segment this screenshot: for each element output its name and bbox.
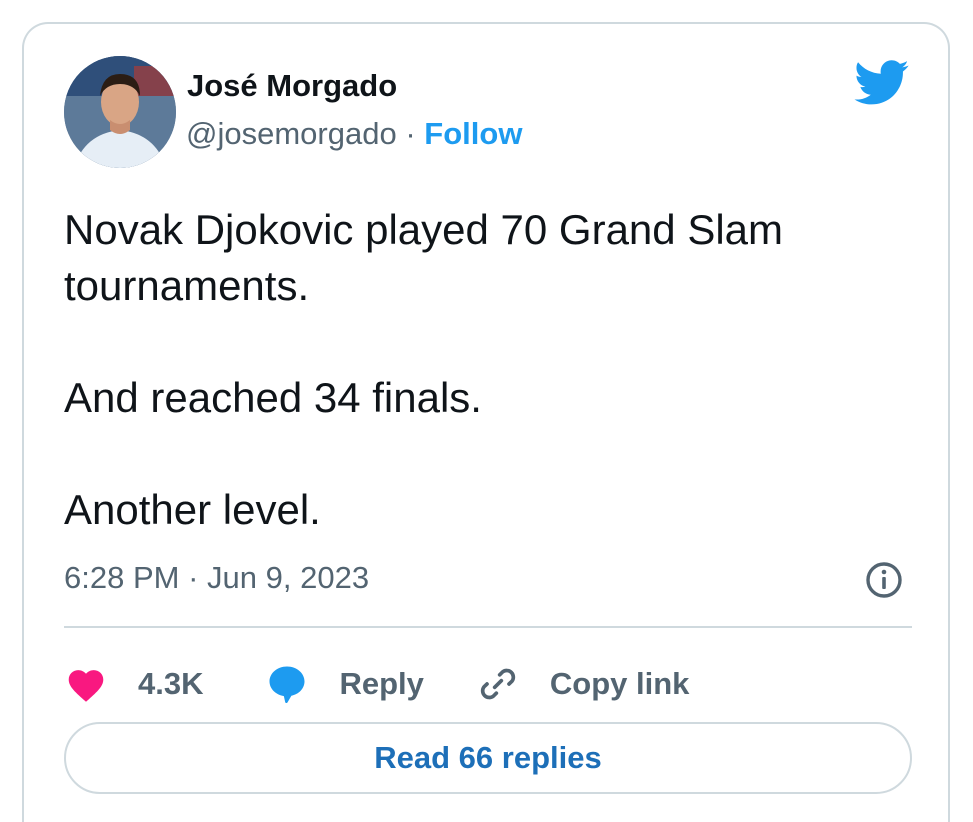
tweet-paragraph: And reached 34 finals. <box>64 374 482 421</box>
tweet-card: José Morgado @josemorgado · Follow Novak… <box>22 22 950 822</box>
tweet-paragraph: Another level. <box>64 486 321 533</box>
avatar-photo <box>64 56 176 168</box>
tweet-timestamp[interactable]: 6:28 PM · Jun 9, 2023 <box>64 560 369 596</box>
copy-link-button[interactable]: Copy link <box>476 662 690 706</box>
reply-button[interactable]: Reply <box>265 662 424 706</box>
info-icon[interactable] <box>864 560 904 600</box>
like-button[interactable]: 4.3K <box>64 662 203 706</box>
link-icon <box>476 662 520 706</box>
author-handle[interactable]: @josemorgado <box>186 116 397 151</box>
tweet-time: 6:28 PM <box>64 560 180 595</box>
heart-icon <box>64 662 108 706</box>
divider <box>64 626 912 628</box>
like-count: 4.3K <box>138 666 204 701</box>
twitter-bird-icon[interactable] <box>854 60 910 106</box>
read-replies-button[interactable]: Read 66 replies <box>64 722 912 794</box>
timestamp-separator: · <box>188 560 199 595</box>
follow-button[interactable]: Follow <box>424 116 522 151</box>
avatar[interactable] <box>64 56 176 168</box>
speech-bubble-icon <box>265 662 309 706</box>
action-bar: 4.3K Reply Copy link <box>64 656 689 712</box>
handle-separator: · <box>405 116 416 151</box>
tweet-paragraph: Novak Djokovic played 70 Grand Slam tour… <box>64 206 784 309</box>
tweet-date: Jun 9, 2023 <box>207 560 370 595</box>
tweet-text: Novak Djokovic played 70 Grand Slam tour… <box>64 202 924 538</box>
copy-link-label: Copy link <box>549 666 690 701</box>
reply-label: Reply <box>339 666 424 701</box>
author-name[interactable]: José Morgado <box>187 68 397 104</box>
author-handle-row: @josemorgado · Follow <box>186 116 522 152</box>
